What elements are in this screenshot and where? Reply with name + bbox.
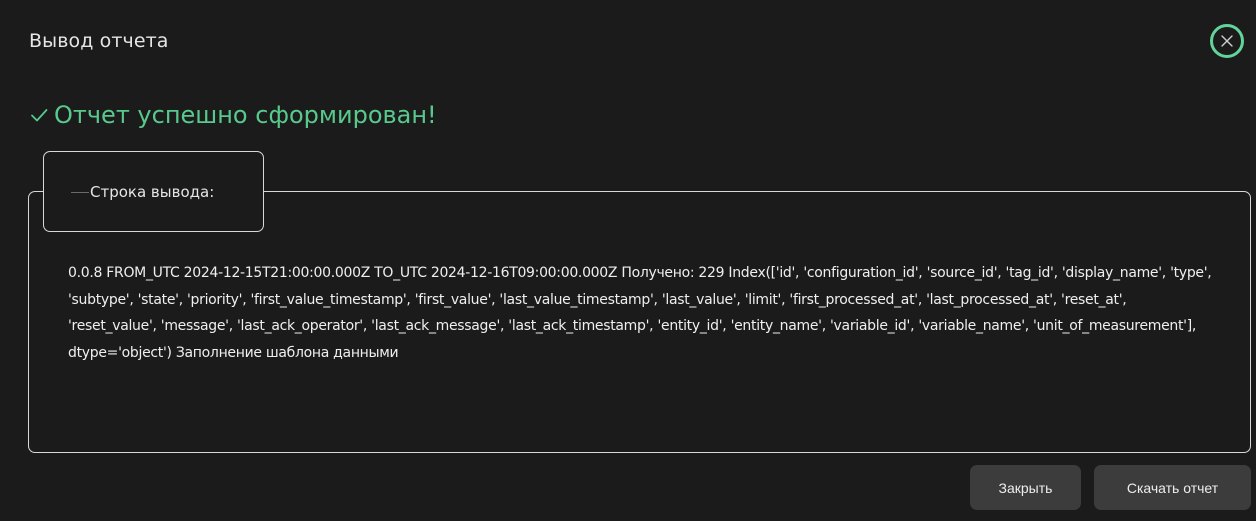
output-text: 0.0.8 FROM_UTC 2024-12-15T21:00:00.000Z … [68,265,1212,361]
close-icon [1221,35,1233,47]
report-output-dialog: Вывод отчета Отчет успешно сформирован! … [0,0,1256,521]
dialog-title: Вывод отчета [29,30,169,52]
success-text: Отчет успешно сформирован! [54,101,437,129]
download-report-button[interactable]: Скачать отчет [1094,465,1251,510]
legend-line [71,192,89,193]
success-message: Отчет успешно сформирован! [29,101,437,129]
checkmark-icon [29,105,49,125]
close-dialog-button[interactable] [1210,24,1244,58]
legend-label: Строка вывода: [90,183,215,201]
output-legend: Строка вывода: [43,151,264,232]
close-button[interactable]: Закрыть [970,465,1081,510]
